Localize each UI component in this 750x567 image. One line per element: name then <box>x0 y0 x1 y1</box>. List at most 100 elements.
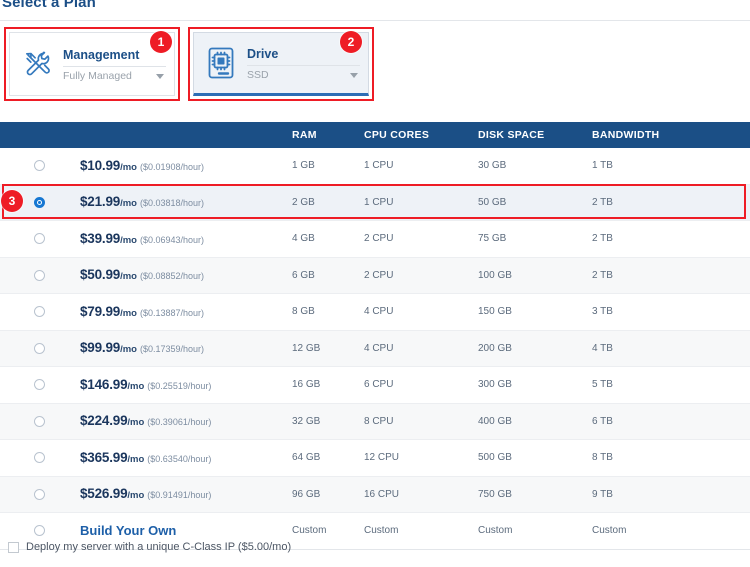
radio-button[interactable] <box>33 379 45 391</box>
chevron-down-icon[interactable] <box>156 73 164 79</box>
plan-radio-cell[interactable] <box>0 452 78 464</box>
table-row[interactable]: $365.99/mo ($0.63540/hour) 64 GB 12 CPU 500 … <box>0 440 750 477</box>
plan-price-period: /mo <box>127 380 145 392</box>
plan-bandwidth: 2 TB <box>592 233 613 245</box>
plan-price-cell: $526.99/mo ($0.91491/hour) <box>78 485 292 503</box>
table-row[interactable]: $526.99/mo ($0.91491/hour) 96 GB 16 CPU 750 … <box>0 476 750 513</box>
radio-button[interactable] <box>33 415 45 427</box>
radio-button[interactable] <box>33 525 45 537</box>
cclass-ip-label: Deploy my server with a unique C-Class I… <box>26 541 292 553</box>
plan-disk: 400 GB <box>478 415 512 427</box>
plan-bandwidth: 2 TB <box>592 196 613 208</box>
plan-price-period: /mo <box>120 344 137 356</box>
plan-price-period: /mo <box>120 307 137 319</box>
plan-price: $99.99 <box>80 340 121 356</box>
plan-price-hourly: ($0.01908/hour) <box>139 161 205 172</box>
plan-price-hourly: ($0.17359/hour) <box>139 344 205 355</box>
cclass-ip-checkbox[interactable] <box>8 541 19 553</box>
column-header-ram: RAM <box>292 129 317 141</box>
plan-price-hourly: ($0.08852/hour) <box>139 271 205 282</box>
radio-button[interactable] <box>33 488 45 500</box>
table-row[interactable]: $79.99/mo ($0.13887/hour) 8 GB 4 CPU 150 GB 3… <box>0 294 750 331</box>
table-row[interactable]: $224.99/mo ($0.39061/hour) 32 GB 8 CPU 400 G… <box>0 403 750 440</box>
plan-ram: Custom <box>292 525 327 537</box>
plan-price-period: /mo <box>120 198 137 210</box>
table-row[interactable]: $146.99/mo ($0.25519/hour) 16 GB 6 CPU 300 G… <box>0 367 750 404</box>
plan-cpu: 12 CPU <box>364 452 400 464</box>
plan-radio-cell[interactable] <box>0 525 78 537</box>
selector-card-management-title: Management <box>63 47 140 62</box>
plan-price-period: /mo <box>127 417 145 429</box>
table-row[interactable]: $10.99/mo ($0.01908/hour) 1 GB 1 CPU 30 GB 1 … <box>0 148 750 185</box>
plan-bandwidth: 1 TB <box>592 160 613 172</box>
plan-price-cell: $146.99/mo ($0.25519/hour) <box>78 376 292 394</box>
plan-price-hourly: ($0.13887/hour) <box>139 307 205 318</box>
plan-disk: 100 GB <box>478 269 512 281</box>
plan-price-cell: $224.99/mo ($0.39061/hour) <box>78 412 292 430</box>
title-divider <box>0 20 750 21</box>
plan-price-hourly: ($0.91491/hour) <box>147 490 212 501</box>
selector-card-drive-value: SSD <box>247 68 269 81</box>
radio-button[interactable] <box>33 306 45 318</box>
plan-price-cell: $50.99/mo ($0.08852/hour) <box>78 266 292 284</box>
plan-disk: 750 GB <box>478 488 512 500</box>
annotation-badge-2: 2 <box>340 31 362 53</box>
plan-price: $39.99 <box>80 230 121 246</box>
plan-ram: 32 GB <box>292 415 321 427</box>
selector-card-drive-value-row[interactable]: SSD <box>247 69 360 82</box>
column-header-disk-space: DISK SPACE <box>478 129 545 141</box>
plan-price-cell: $10.99/mo ($0.01908/hour) <box>78 157 292 175</box>
radio-button[interactable] <box>33 269 45 281</box>
plan-price: $224.99 <box>80 413 128 429</box>
selector-card-management-value-row[interactable]: Fully Managed <box>63 70 166 83</box>
plan-radio-cell[interactable] <box>0 233 78 245</box>
selector-card-drive-divider <box>247 64 360 66</box>
plan-radio-cell[interactable] <box>0 342 78 354</box>
plan-disk: 75 GB <box>478 233 507 245</box>
plan-radio-cell[interactable] <box>0 269 78 281</box>
plan-radio-cell[interactable] <box>0 160 78 172</box>
plan-price-period: /mo <box>127 490 145 502</box>
plan-bandwidth: 6 TB <box>592 415 613 427</box>
plan-price-period: /mo <box>120 161 137 173</box>
radio-button[interactable] <box>33 233 45 245</box>
plan-table-body: $10.99/mo ($0.01908/hour) 1 GB 1 CPU 30 GB 1 … <box>0 148 750 550</box>
plan-ram: 4 GB <box>292 233 315 245</box>
plan-bandwidth: Custom <box>592 525 627 537</box>
plan-price: $10.99 <box>80 157 121 173</box>
plan-cpu: 2 CPU <box>364 233 394 245</box>
radio-button-selected[interactable] <box>33 196 45 208</box>
plan-ram: 12 GB <box>292 342 321 354</box>
selector-card-management-value: Fully Managed <box>63 69 132 82</box>
plan-cpu: 8 CPU <box>364 415 394 427</box>
table-row[interactable]: $21.99/mo ($0.03818/hour) 2 GB 1 CPU 50 GB 2 … <box>0 183 750 221</box>
plan-radio-cell[interactable] <box>0 306 78 318</box>
plan-radio-cell[interactable] <box>0 415 78 427</box>
plan-radio-cell[interactable] <box>0 488 78 500</box>
plan-price-hourly: ($0.39061/hour) <box>147 417 212 428</box>
plan-ram: 64 GB <box>292 452 321 464</box>
cclass-ip-option[interactable]: Deploy my server with a unique C-Class I… <box>0 541 750 553</box>
chevron-down-icon[interactable] <box>350 72 358 78</box>
radio-button[interactable] <box>33 160 45 172</box>
radio-button[interactable] <box>33 342 45 354</box>
column-header-bandwidth: BANDWIDTH <box>592 129 660 141</box>
plan-price-cell: $99.99/mo ($0.17359/hour) <box>78 339 292 357</box>
table-row[interactable]: $99.99/mo ($0.17359/hour) 12 GB 4 CPU 200 GB… <box>0 330 750 367</box>
plan-disk: Custom <box>478 525 513 537</box>
plan-disk: 500 GB <box>478 452 512 464</box>
plan-bandwidth: 2 TB <box>592 269 613 281</box>
plan-bandwidth: 8 TB <box>592 452 613 464</box>
plan-ram: 8 GB <box>292 306 315 318</box>
table-row[interactable]: $39.99/mo ($0.06943/hour) 4 GB 2 CPU 75 GB 2 … <box>0 221 750 258</box>
plan-table-header: RAM CPU CORES DISK SPACE BANDWIDTH <box>0 122 750 148</box>
plan-disk: 50 GB <box>478 196 507 208</box>
radio-button[interactable] <box>33 452 45 464</box>
selector-card-management-divider <box>63 65 166 67</box>
plan-price: $21.99 <box>80 194 121 210</box>
plan-price-cell: $79.99/mo ($0.13887/hour) <box>78 303 292 321</box>
table-row[interactable]: $50.99/mo ($0.08852/hour) 6 GB 2 CPU 100 GB 2… <box>0 257 750 294</box>
plan-price-period: /mo <box>120 234 137 246</box>
plan-radio-cell[interactable] <box>0 379 78 391</box>
plan-cpu: 4 CPU <box>364 342 394 354</box>
